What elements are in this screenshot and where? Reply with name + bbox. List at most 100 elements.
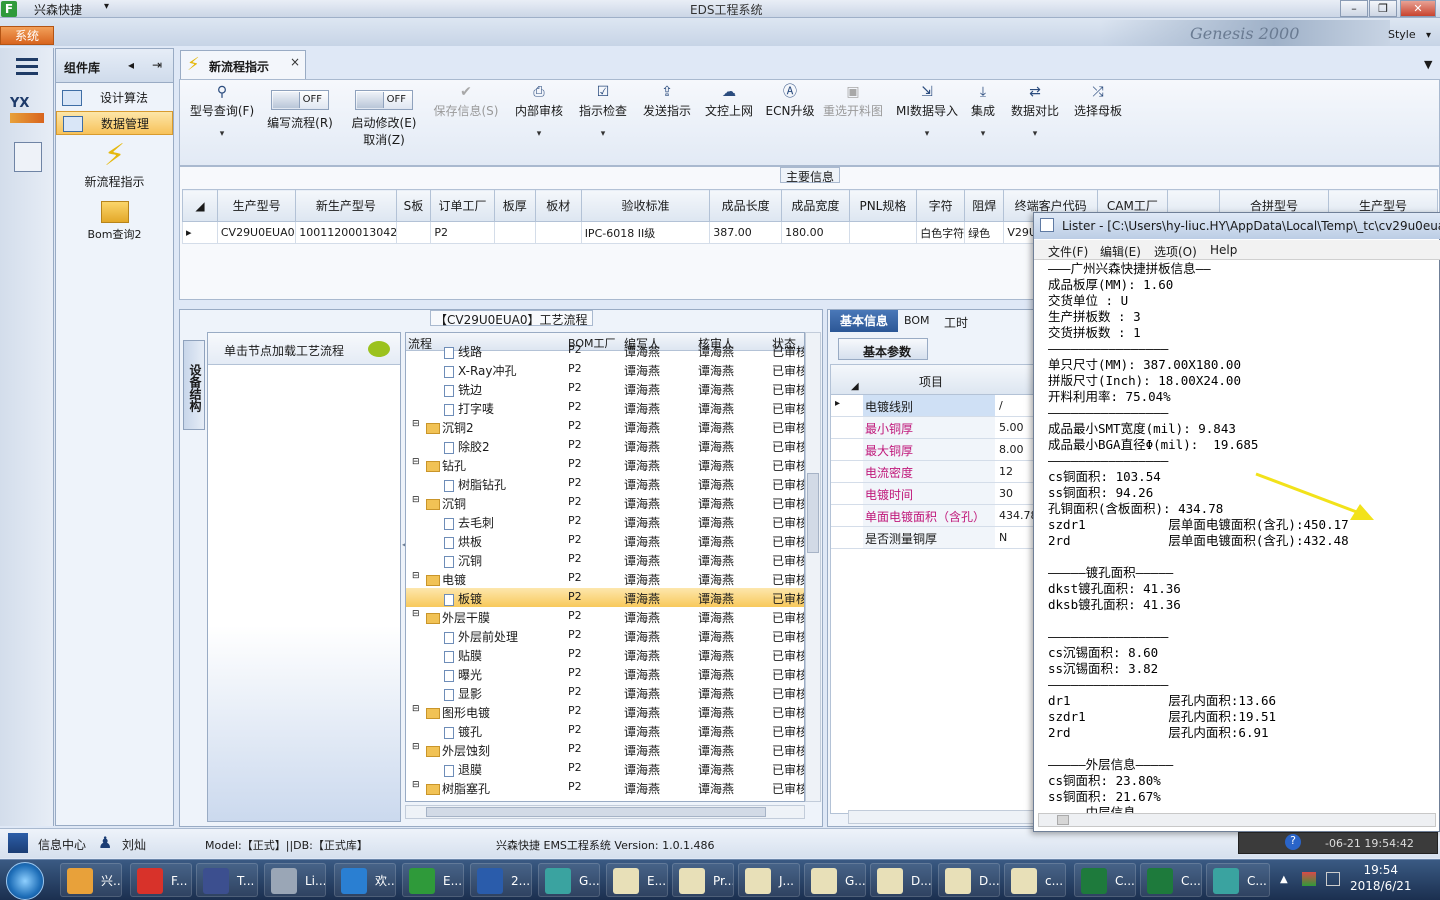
instruction-check-button[interactable]: ☑ 指示检查 ▾ (572, 82, 634, 152)
tab-basic-params[interactable]: 基本参数 (838, 338, 928, 360)
taskbar-item[interactable]: D... (938, 863, 1000, 897)
bom-factory-cell[interactable]: P2 (568, 476, 582, 489)
column-header[interactable]: 成品宽度 (781, 189, 850, 222)
bom-factory-cell[interactable]: P2 (568, 552, 582, 565)
tree-row[interactable]: X-Ray冲孔 P2 谭海燕 谭海燕 已审核 (406, 360, 804, 379)
status-cell[interactable]: 已审核 (772, 362, 804, 379)
cell[interactable]: CV29U0EUA0 (216, 221, 297, 244)
horizontal-scrollbar[interactable] (1038, 813, 1436, 827)
status-cell[interactable]: 已审核 (772, 742, 804, 759)
taskbar-item[interactable]: D... (870, 863, 932, 897)
style-dropdown-icon[interactable]: ▾ (1426, 30, 1431, 41)
tree-row[interactable]: 电镀 P2 谭海燕 谭海燕 已审核 ⊟ (406, 569, 804, 588)
taskbar-item[interactable]: c... (1004, 863, 1066, 897)
taskbar-item[interactable]: Pr... (672, 863, 734, 897)
cell[interactable]: 白色字符 (916, 221, 966, 244)
vertical-scrollbar[interactable] (805, 332, 821, 802)
menu-edit[interactable]: 编辑(E) (1100, 243, 1141, 260)
menu-help[interactable]: Help (1210, 243, 1237, 257)
status-cell[interactable]: 已审核 (772, 552, 804, 569)
reviewer-cell[interactable]: 谭海燕 (698, 571, 734, 588)
reviewer-cell[interactable]: 谭海燕 (698, 666, 734, 683)
menu-file[interactable]: 文件(F) (1048, 243, 1088, 260)
nav-item-data-management[interactable]: 数据管理 (56, 111, 173, 135)
collapse-left-icon[interactable]: ◂ (128, 58, 134, 72)
writer-cell[interactable]: 谭海燕 (624, 381, 660, 398)
select-mother-board-button[interactable]: ⤮ 选择母板 (1070, 82, 1126, 152)
status-cell[interactable]: 已审核 (772, 780, 804, 797)
tree-row[interactable]: 线路 P2 谭海燕 谭海燕 已审核 (406, 341, 804, 360)
tree-row[interactable]: 沉铜 P2 谭海燕 谭海燕 已审核 ⊟ (406, 493, 804, 512)
ecn-upgrade-button[interactable]: Ⓐ ECN升级 (760, 82, 820, 152)
tree-row[interactable]: 钻孔 P2 谭海燕 谭海燕 已审核 ⊟ (406, 455, 804, 474)
tree-row[interactable]: 曝光 P2 谭海燕 谭海燕 已审核 (406, 664, 804, 683)
tree-row[interactable]: 铣边 P2 谭海燕 谭海燕 已审核 (406, 379, 804, 398)
param-value[interactable]: N (997, 527, 1035, 548)
bom-factory-cell[interactable]: P2 (568, 514, 582, 527)
chevron-down-icon[interactable]: ▾ (508, 129, 570, 139)
writer-cell[interactable]: 谭海燕 (624, 704, 660, 721)
help-icon[interactable]: ? (1285, 834, 1301, 850)
scrollbar-thumb[interactable] (807, 473, 819, 553)
reviewer-cell[interactable]: 谭海燕 (698, 476, 734, 493)
writer-cell[interactable]: 谭海燕 (624, 590, 660, 607)
param-value[interactable]: / (997, 395, 1035, 416)
tree-node[interactable]: 树脂塞孔 (426, 780, 490, 797)
network-tray-icon[interactable] (1302, 872, 1316, 886)
reviewer-cell[interactable]: 谭海燕 (698, 609, 734, 626)
tree-row[interactable]: 外层干膜 P2 谭海燕 谭海燕 已审核 ⊟ (406, 607, 804, 626)
writer-cell[interactable]: 谭海燕 (624, 628, 660, 645)
reviewer-cell[interactable]: 谭海燕 (698, 362, 734, 379)
collapse-icon[interactable]: ⊟ (412, 704, 420, 714)
column-header[interactable]: 项目 (919, 373, 943, 390)
minimize-button[interactable]: – (1340, 0, 1368, 17)
bom-factory-cell[interactable]: P2 (568, 571, 582, 584)
start-modify-button[interactable]: OFF 启动修改(E) 取消(Z) (346, 82, 422, 152)
tab-basic-info[interactable]: 基本信息 (830, 310, 898, 332)
taskbar-item[interactable]: G... (804, 863, 866, 897)
reviewer-cell[interactable]: 谭海燕 (698, 742, 734, 759)
menu-icon[interactable] (16, 58, 38, 61)
clock[interactable]: 19:54 2018/6/21 (1350, 862, 1412, 894)
bom-factory-cell[interactable]: P2 (568, 343, 582, 356)
writer-cell[interactable]: 谭海燕 (624, 609, 660, 626)
chevron-down-icon[interactable]: ▾ (962, 129, 1004, 139)
writer-cell[interactable]: 谭海燕 (624, 761, 660, 778)
tree-row[interactable]: 图形电镀 P2 谭海燕 谭海燕 已审核 ⊟ (406, 702, 804, 721)
tree-node[interactable]: 打字唛 (444, 400, 494, 417)
status-cell[interactable]: 已审核 (772, 533, 804, 550)
taskbar-item[interactable]: 兴... (60, 863, 122, 897)
scrollbar-thumb[interactable] (1057, 815, 1069, 825)
taskbar-item[interactable]: F... (130, 863, 192, 897)
tree-row[interactable]: 沉铜 P2 谭海燕 谭海燕 已审核 (406, 550, 804, 569)
param-value[interactable]: 5.00 (997, 417, 1035, 438)
tile-bom-query[interactable]: Bom查询2 (56, 197, 173, 243)
windows-grid-icon[interactable] (8, 833, 28, 853)
start-button[interactable] (6, 862, 44, 900)
tree-node[interactable]: 贴膜 (444, 647, 482, 664)
cell[interactable]: 10011200013042 (295, 221, 397, 244)
reviewer-cell[interactable]: 谭海燕 (698, 761, 734, 778)
column-header[interactable]: 新生产型号 (295, 189, 397, 222)
status-cell[interactable]: 已审核 (772, 647, 804, 664)
row-indicator-header[interactable]: ◢ (851, 381, 859, 392)
collapse-icon[interactable]: ⊟ (412, 780, 420, 790)
reviewer-cell[interactable]: 谭海燕 (698, 685, 734, 702)
writer-cell[interactable]: 谭海燕 (624, 495, 660, 512)
reviewer-cell[interactable]: 谭海燕 (698, 514, 734, 531)
reviewer-cell[interactable]: 谭海燕 (698, 400, 734, 417)
tree-node[interactable]: 钻孔 (426, 457, 466, 474)
status-cell[interactable]: 已审核 (772, 438, 804, 455)
tree-row[interactable]: 除胶2 P2 谭海燕 谭海燕 已审核 (406, 436, 804, 455)
taskbar-item[interactable]: C... (1074, 863, 1136, 897)
reviewer-cell[interactable]: 谭海燕 (698, 419, 734, 436)
reviewer-cell[interactable]: 谭海燕 (698, 704, 734, 721)
status-cell[interactable]: 已审核 (772, 628, 804, 645)
reviewer-cell[interactable]: 谭海燕 (698, 381, 734, 398)
status-cell[interactable]: 已审核 (772, 495, 804, 512)
tree-row[interactable]: 贴膜 P2 谭海燕 谭海燕 已审核 (406, 645, 804, 664)
status-cell[interactable]: 已审核 (772, 666, 804, 683)
reviewer-cell[interactable]: 谭海燕 (698, 552, 734, 569)
write-process-toggle[interactable]: OFF (271, 90, 329, 110)
tree-row[interactable]: 镀孔 P2 谭海燕 谭海燕 已审核 (406, 721, 804, 740)
